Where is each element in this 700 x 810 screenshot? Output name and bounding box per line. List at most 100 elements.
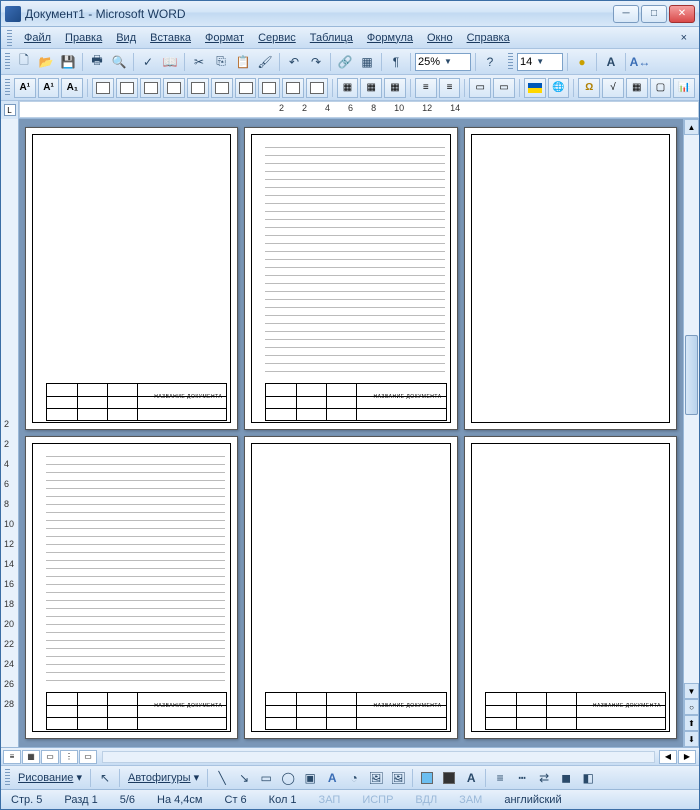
font-size-combo[interactable]: 14 ▼ [517, 53, 563, 71]
format-painter-icon[interactable]: 🖌 [255, 52, 275, 72]
hyperlink-icon[interactable]: 🔗 [335, 52, 355, 72]
table-btn-3[interactable]: ▦ [384, 78, 406, 98]
arrow-icon[interactable]: ↘ [234, 768, 254, 788]
status-ovr[interactable]: ЗАМ [453, 794, 488, 806]
font-color-draw-icon[interactable]: A [461, 768, 481, 788]
close-button[interactable]: ✕ [669, 5, 695, 23]
clipart-icon[interactable]: 🖼 [366, 768, 386, 788]
new-doc-icon[interactable]: 🗋 [14, 52, 34, 72]
menu-table[interactable]: Таблица [304, 30, 359, 46]
diagram-icon[interactable]: ◔ [344, 768, 364, 788]
page-6[interactable]: НАЗВАНИЕ ДОКУМЕНТА [464, 436, 677, 739]
toolbar-grip[interactable] [5, 53, 10, 71]
line-color-icon[interactable] [439, 768, 459, 788]
menu-view[interactable]: Вид [110, 30, 142, 46]
wordart-icon[interactable]: A [322, 768, 342, 788]
menu-file[interactable]: Файл [18, 30, 57, 46]
char-scaling-icon[interactable]: A↔ [630, 52, 650, 72]
outline-view-icon[interactable]: ⋮ [60, 750, 78, 764]
menu-close-doc[interactable]: × [675, 30, 693, 46]
fill-color-icon[interactable] [417, 768, 437, 788]
tables-borders-icon[interactable]: ▦ [357, 52, 377, 72]
tab-selector[interactable]: L [1, 101, 19, 119]
menu-window[interactable]: Окно [421, 30, 459, 46]
status-language[interactable]: английский [498, 794, 567, 806]
normal-view-icon[interactable]: ≡ [3, 750, 21, 764]
frame-type-2[interactable] [116, 78, 138, 98]
frame-type-4[interactable] [163, 78, 185, 98]
highlight-icon[interactable]: ● [572, 52, 592, 72]
menu-formula[interactable]: Формула [361, 30, 419, 46]
next-page-icon[interactable]: ⬇ [684, 731, 699, 747]
superscript-btn[interactable]: A¹ [14, 78, 36, 98]
menubar-grip[interactable] [7, 30, 12, 46]
menu-insert[interactable]: Вставка [144, 30, 197, 46]
help-icon[interactable]: ? [480, 52, 500, 72]
zoom-combo[interactable]: 25% ▼ [415, 53, 471, 71]
frame-type-8[interactable] [258, 78, 280, 98]
menu-edit[interactable]: Правка [59, 30, 108, 46]
menu-tools[interactable]: Сервис [252, 30, 302, 46]
picture-icon[interactable]: 🖼 [388, 768, 408, 788]
page-4[interactable]: НАЗВАНИЕ ДОКУМЕНТА [25, 436, 238, 739]
scroll-right-icon[interactable]: ▶ [678, 750, 696, 764]
equation-icon[interactable]: √ [602, 78, 624, 98]
toolbar-grip[interactable] [5, 79, 10, 97]
table-btn-2[interactable]: ▦ [360, 78, 382, 98]
menu-format[interactable]: Формат [199, 30, 250, 46]
drawing-menu[interactable]: Рисование ▾ [14, 769, 86, 786]
frame-type-6[interactable] [211, 78, 233, 98]
frame-type-3[interactable] [140, 78, 162, 98]
vertical-ruler[interactable]: 2 2 4 6 8 10 12 14 16 18 20 22 24 26 28 [1, 119, 19, 747]
prev-page-icon[interactable]: ⬆ [684, 715, 699, 731]
research-icon[interactable]: 📖 [160, 52, 180, 72]
status-trk[interactable]: ИСПР [356, 794, 399, 806]
font-color-icon[interactable]: A [601, 52, 621, 72]
frame-type-9[interactable] [282, 78, 304, 98]
autoshapes-menu[interactable]: Автофигуры ▾ [124, 769, 203, 786]
frame-type-10[interactable] [306, 78, 328, 98]
subscript-btn[interactable]: A₁ [61, 78, 83, 98]
omega-icon[interactable]: Ω [578, 78, 600, 98]
frame-type-7[interactable] [235, 78, 257, 98]
redo-icon[interactable]: ↷ [306, 52, 326, 72]
chart-icon[interactable]: 📊 [673, 78, 695, 98]
spellcheck-icon[interactable]: ✓ [138, 52, 158, 72]
oval-icon[interactable]: ◯ [278, 768, 298, 788]
cut-icon[interactable]: ✂ [189, 52, 209, 72]
print-preview-icon[interactable]: 🔍 [109, 52, 129, 72]
toolbar-grip[interactable] [5, 769, 10, 787]
print-icon[interactable]: 🖶 [87, 52, 107, 72]
3d-icon[interactable]: ◧ [578, 768, 598, 788]
frame-type-1[interactable] [92, 78, 114, 98]
list-btn-2[interactable]: ≡ [439, 78, 461, 98]
select-objects-icon[interactable]: ↖ [95, 768, 115, 788]
normal-btn[interactable]: A¹ [38, 78, 60, 98]
frame-type-5[interactable] [187, 78, 209, 98]
vertical-scrollbar[interactable]: ▲ ▼ ○ ⬆ ⬇ [683, 119, 699, 747]
copy-icon[interactable]: ⎘ [211, 52, 231, 72]
menu-help[interactable]: Справка [461, 30, 516, 46]
toolbar-grip-2[interactable] [508, 53, 513, 71]
scroll-left-icon[interactable]: ◀ [659, 750, 677, 764]
dash-style-icon[interactable]: ┅ [512, 768, 532, 788]
rectangle-icon[interactable]: ▭ [256, 768, 276, 788]
page-btn-2[interactable]: ▭ [493, 78, 515, 98]
open-icon[interactable]: 📂 [36, 52, 56, 72]
maximize-button[interactable]: □ [641, 5, 667, 23]
minimize-button[interactable]: ─ [613, 5, 639, 23]
horizontal-ruler[interactable]: 2 2 4 6 8 10 12 14 [19, 101, 699, 118]
horizontal-scrollbar[interactable] [102, 751, 655, 763]
shadow-icon[interactable]: ◼ [556, 768, 576, 788]
object-icon[interactable]: ▢ [650, 78, 672, 98]
reading-view-icon[interactable]: ▭ [79, 750, 97, 764]
arrow-style-icon[interactable]: ⇄ [534, 768, 554, 788]
line-icon[interactable]: ╲ [212, 768, 232, 788]
paste-icon[interactable]: 📋 [233, 52, 253, 72]
textbox-icon[interactable]: ▣ [300, 768, 320, 788]
list-btn-1[interactable]: ≡ [415, 78, 437, 98]
page-3[interactable] [464, 127, 677, 430]
status-ext[interactable]: ВДЛ [409, 794, 443, 806]
save-icon[interactable]: 💾 [58, 52, 78, 72]
flag-ua[interactable] [524, 78, 546, 98]
